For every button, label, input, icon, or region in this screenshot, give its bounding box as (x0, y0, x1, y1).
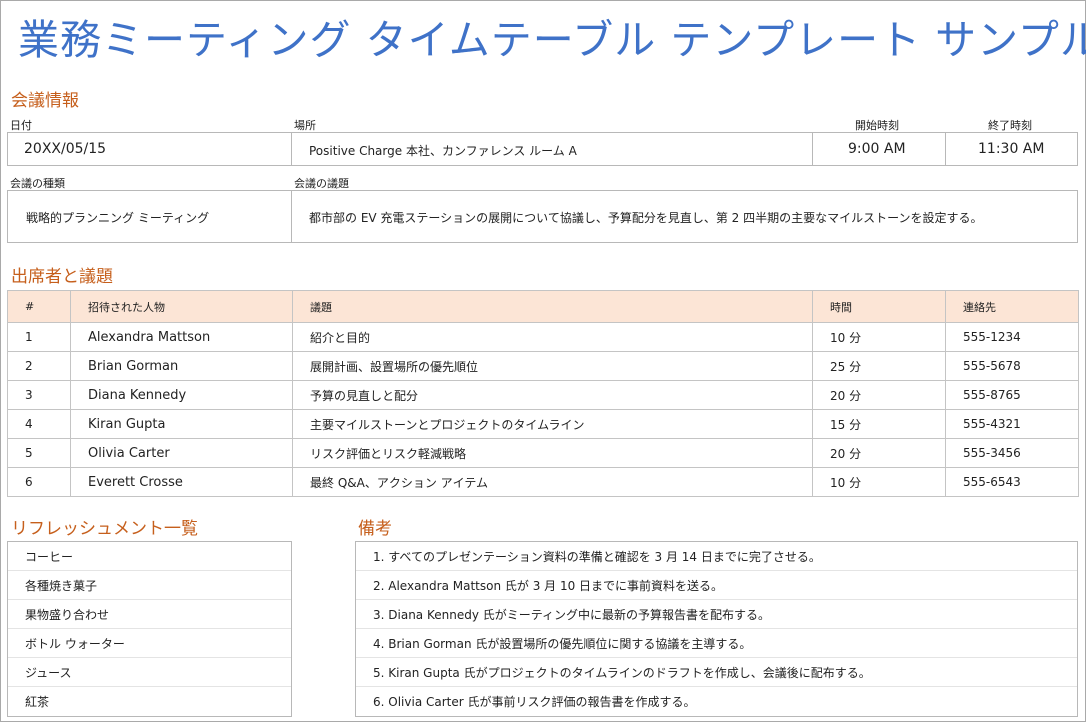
refreshments-list: コーヒー 各種焼き菓子 果物盛り合わせ ボトル ウォーター ジュース 紅茶 (7, 541, 292, 717)
contact: 555-6543 (945, 467, 1079, 497)
list-item: ジュース (8, 657, 291, 687)
date-value: 20XX/05/15 (24, 141, 107, 157)
meeting-type-value: 戦略的プランニング ミーティング (26, 211, 210, 225)
refreshment-item: 紅茶 (25, 694, 50, 709)
header-contact: 連絡先 (945, 290, 1079, 323)
list-item: 果物盛り合わせ (8, 599, 291, 629)
topic: 展開計画、設置場所の優先順位 (292, 351, 813, 381)
contact: 555-8765 (945, 380, 1079, 410)
note-item: 1. すべてのプレゼンテーション資料の準備と確認を 3 月 14 日までに完了さ… (356, 542, 1077, 571)
table-row: 4 Kiran Gupta 主要マイルストーンとプロジェクトのタイムライン 15… (7, 409, 1079, 439)
meeting-agenda-value: 都市部の EV 充電ステーションの展開について協議し、予算配分を見直し、第 2 … (309, 211, 983, 225)
list-item: 6. Olivia Carter 氏が事前リスク評価の報告書を作成する。 (356, 687, 1077, 716)
list-item: ボトル ウォーター (8, 628, 291, 658)
table-row: 1 Alexandra Mattson 紹介と目的 10 分 555-1234 (7, 322, 1079, 352)
table-row: 3 Diana Kennedy 予算の見直しと配分 20 分 555-8765 (7, 380, 1079, 410)
refreshments-heading: リフレッシュメント一覧 (11, 519, 198, 539)
topic: 主要マイルストーンとプロジェクトのタイムライン (292, 409, 813, 439)
note-item: 2. Alexandra Mattson 氏が 3 月 10 日までに事前資料を… (356, 570, 1077, 600)
end-time-label: 終了時刻 (988, 119, 1032, 132)
duration: 20 分 (812, 380, 946, 410)
date-label: 日付 (10, 119, 32, 132)
header-time: 時間 (812, 290, 946, 323)
refreshment-item: 果物盛り合わせ (8, 599, 291, 629)
list-item: 各種焼き菓子 (8, 570, 291, 600)
duration: 20 分 (812, 438, 946, 468)
note-item: 3. Diana Kennedy 氏がミーティング中に最新の予算報告書を配布する… (356, 599, 1077, 629)
start-time-label: 開始時刻 (855, 119, 899, 132)
note-item: 4. Brian Gorman 氏が設置場所の優先順位に関する協議を主導する。 (356, 628, 1077, 658)
row-number: 6 (7, 467, 71, 497)
meeting-info-row: 20XX/05/15 Positive Charge 本社、カンファレンス ルー… (7, 132, 1078, 166)
topic: リスク評価とリスク軽減戦略 (292, 438, 813, 468)
contact: 555-1234 (945, 322, 1079, 352)
invitee-name: Brian Gorman (70, 351, 293, 381)
list-item: コーヒー (8, 542, 291, 571)
note-item: 5. Kiran Gupta 氏がプロジェクトのタイムラインのドラフトを作成し、… (356, 657, 1077, 687)
meeting-type-agenda-row: 戦略的プランニング ミーティング 都市部の EV 充電ステーションの展開について… (7, 190, 1078, 243)
header-invitee: 招待された人物 (70, 290, 293, 323)
page-title: 業務ミーティング タイムテーブル テンプレート サンプル (18, 16, 1086, 64)
contact: 555-3456 (945, 438, 1079, 468)
row-number: 3 (7, 380, 71, 410)
list-item: 紅茶 (8, 687, 291, 716)
duration: 10 分 (812, 467, 946, 497)
row-number: 2 (7, 351, 71, 381)
end-time-value: 11:30 AM (978, 141, 1045, 157)
table-row: 6 Everett Crosse 最終 Q&A、アクション アイテム 10 分 … (7, 467, 1079, 497)
meeting-type-label: 会議の種類 (10, 177, 65, 190)
duration: 25 分 (812, 351, 946, 381)
attendees-header-row: # 招待された人物 議題 時間 連絡先 (7, 290, 1079, 323)
table-row: 5 Olivia Carter リスク評価とリスク軽減戦略 20 分 555-3… (7, 438, 1079, 468)
invitee-name: Diana Kennedy (70, 380, 293, 410)
contact: 555-4321 (945, 409, 1079, 439)
topic: 予算の見直しと配分 (292, 380, 813, 410)
notes-list: 1. すべてのプレゼンテーション資料の準備と確認を 3 月 14 日までに完了さ… (355, 541, 1078, 717)
refreshment-item: 各種焼き菓子 (8, 570, 291, 600)
list-item: 3. Diana Kennedy 氏がミーティング中に最新の予算報告書を配布する… (356, 599, 1077, 629)
topic: 紹介と目的 (292, 322, 813, 352)
refreshment-item: ジュース (8, 657, 291, 687)
row-number: 4 (7, 409, 71, 439)
meeting-info-heading: 会議情報 (11, 91, 79, 111)
note-item: 6. Olivia Carter 氏が事前リスク評価の報告書を作成する。 (373, 694, 696, 709)
row-number: 5 (7, 438, 71, 468)
header-topic: 議題 (292, 290, 813, 323)
location-label: 場所 (294, 119, 316, 132)
duration: 15 分 (812, 409, 946, 439)
invitee-name: Olivia Carter (70, 438, 293, 468)
list-item: 4. Brian Gorman 氏が設置場所の優先順位に関する協議を主導する。 (356, 628, 1077, 658)
location-value: Positive Charge 本社、カンファレンス ルーム A (309, 144, 577, 158)
row-number: 1 (7, 322, 71, 352)
list-item: 2. Alexandra Mattson 氏が 3 月 10 日までに事前資料を… (356, 570, 1077, 600)
topic: 最終 Q&A、アクション アイテム (292, 467, 813, 497)
table-row: 2 Brian Gorman 展開計画、設置場所の優先順位 25 分 555-5… (7, 351, 1079, 381)
refreshment-item: ボトル ウォーター (8, 628, 291, 658)
start-time-value: 9:00 AM (848, 141, 906, 157)
duration: 10 分 (812, 322, 946, 352)
invitee-name: Kiran Gupta (70, 409, 293, 439)
refreshment-item: コーヒー (8, 542, 291, 571)
notes-heading: 備考 (358, 519, 392, 539)
header-number: # (7, 290, 71, 323)
list-item: 1. すべてのプレゼンテーション資料の準備と確認を 3 月 14 日までに完了さ… (356, 542, 1077, 571)
invitee-name: Alexandra Mattson (70, 322, 293, 352)
list-item: 5. Kiran Gupta 氏がプロジェクトのタイムラインのドラフトを作成し、… (356, 657, 1077, 687)
contact: 555-5678 (945, 351, 1079, 381)
invitee-name: Everett Crosse (70, 467, 293, 497)
attendees-table: # 招待された人物 議題 時間 連絡先 1 Alexandra Mattson … (7, 290, 1079, 497)
attendees-heading: 出席者と議題 (11, 267, 113, 287)
meeting-agenda-label: 会議の議題 (294, 177, 349, 190)
